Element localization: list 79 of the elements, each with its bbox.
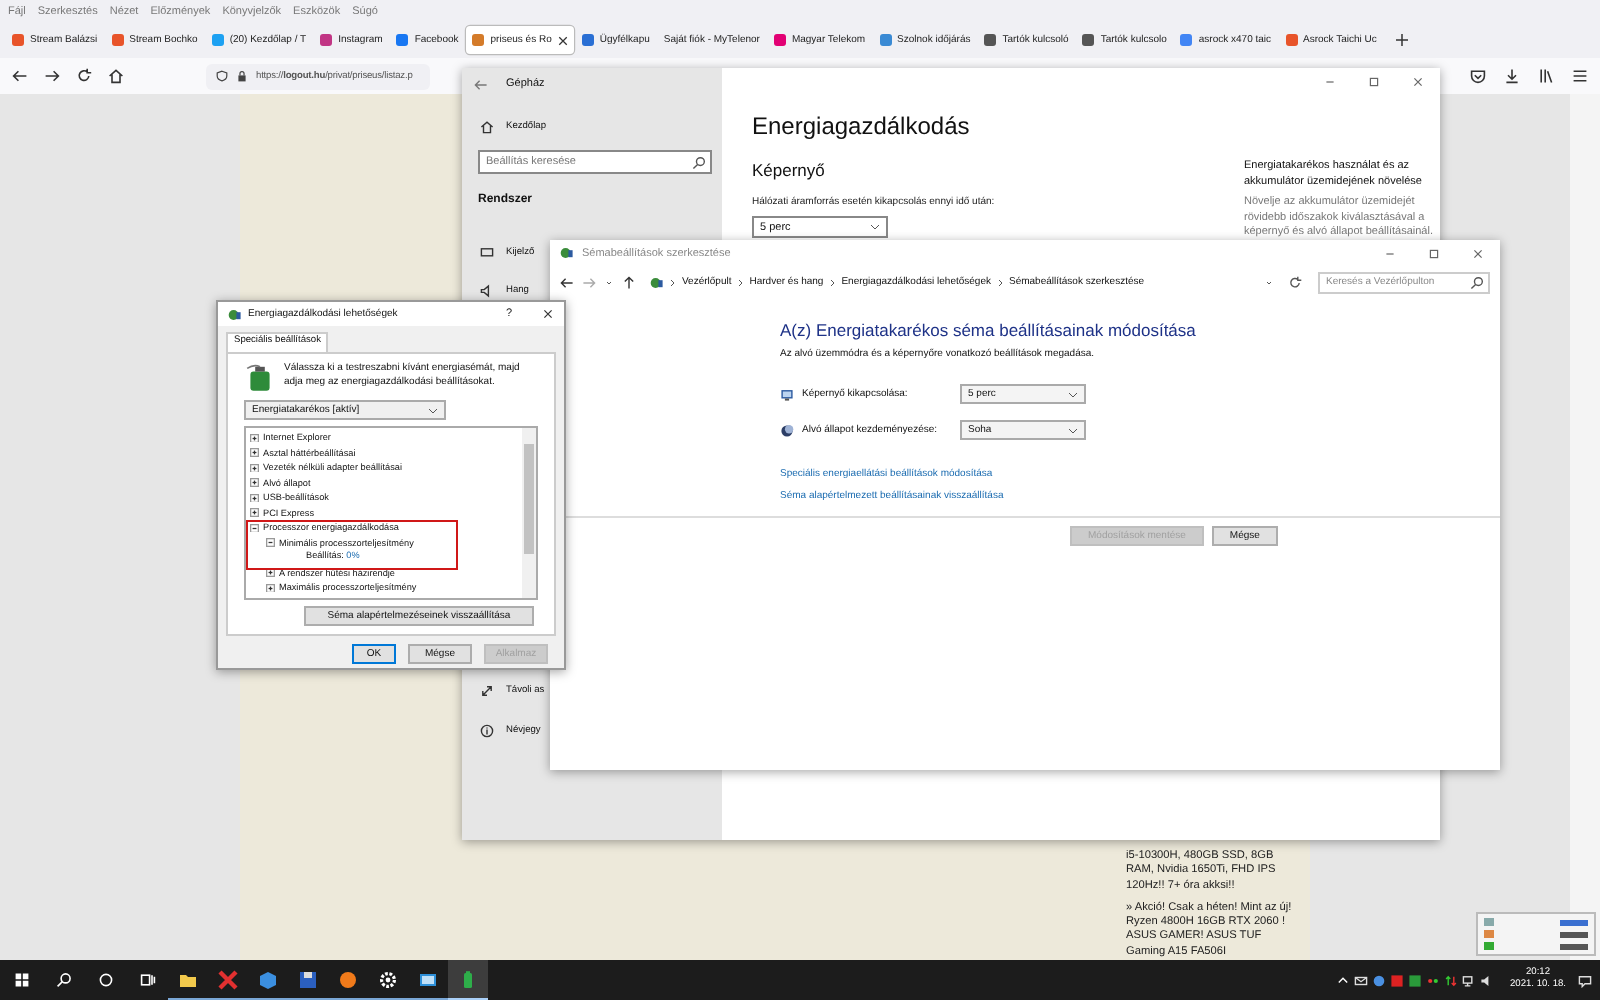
globe-icon[interactable]: [1371, 973, 1386, 987]
lock-icon: [236, 70, 248, 82]
library-icon[interactable]: [1538, 68, 1554, 84]
menu-icon[interactable]: [1572, 68, 1588, 84]
page-heading: A(z) Energiatakarékos séma beállításainak módosítása: [780, 320, 1198, 340]
close-icon[interactable]: [1412, 76, 1424, 88]
expand-toggle-icon[interactable]: [250, 478, 259, 487]
chevron-icon[interactable]: [1335, 973, 1350, 987]
site-icon: [111, 34, 124, 46]
expand-toggle-icon[interactable]: [250, 493, 259, 502]
maximize-icon[interactable]: [1368, 76, 1380, 88]
expand-toggle-icon[interactable]: [266, 583, 275, 592]
download-icon[interactable]: [1504, 68, 1520, 84]
power-plan-icon: [650, 275, 664, 289]
new-tab-icon[interactable]: [1396, 34, 1409, 46]
home-icon: [480, 119, 494, 133]
network-icon[interactable]: [1461, 973, 1476, 987]
power-plan-icon: [228, 307, 242, 321]
caret-icon: [870, 224, 880, 230]
site-icon: [211, 34, 224, 46]
start-icon[interactable]: [14, 972, 30, 988]
notification-icon[interactable]: [1578, 973, 1592, 987]
app-icon[interactable]: [1389, 973, 1404, 987]
site-icon: [581, 34, 594, 46]
expand-toggle-icon[interactable]: [266, 538, 275, 547]
caret-icon: [1068, 391, 1078, 397]
site-icon: [1285, 34, 1298, 46]
site-icon: [472, 34, 485, 46]
mail-icon[interactable]: [1353, 973, 1368, 987]
expand-toggle-icon[interactable]: [250, 433, 259, 442]
page-heading: Energiagazdálkodás: [752, 112, 972, 140]
scrollbar[interactable]: [1570, 94, 1600, 960]
monitor-icon: [480, 245, 494, 259]
battery-plug-icon: [244, 362, 276, 394]
system-monitor-widget: [1476, 912, 1596, 956]
speaker-icon: [480, 283, 494, 297]
power-plan-icon: [560, 246, 574, 260]
close-icon[interactable]: [557, 35, 568, 45]
search-icon[interactable]: [56, 972, 72, 988]
scrollbar[interactable]: [522, 428, 536, 598]
site-icon: [1180, 34, 1193, 46]
site-icon: [984, 34, 997, 46]
task-view-icon[interactable]: [140, 972, 156, 988]
site-icon: [773, 34, 786, 46]
shield-icon: [216, 70, 228, 82]
pocket-icon[interactable]: [1470, 68, 1486, 84]
close-icon[interactable]: [1472, 247, 1484, 259]
caret-icon: [428, 407, 438, 413]
site-icon: [12, 34, 24, 46]
site-icon: [396, 34, 409, 46]
circle-icon[interactable]: [98, 972, 114, 988]
remote-icon: [480, 683, 494, 697]
expand-toggle-icon[interactable]: [266, 568, 275, 577]
expand-toggle-icon[interactable]: [250, 448, 259, 457]
calendar-icon[interactable]: [1407, 973, 1422, 987]
back-icon[interactable]: [12, 68, 28, 84]
home-icon[interactable]: [108, 68, 124, 84]
back-icon[interactable]: [560, 275, 574, 289]
arrows-icon[interactable]: [1443, 973, 1458, 987]
close-icon[interactable]: [542, 308, 554, 320]
reload-icon[interactable]: [76, 68, 92, 84]
up-icon[interactable]: [622, 275, 636, 289]
refresh-icon[interactable]: [1288, 275, 1302, 289]
site-icon: [879, 34, 892, 46]
expand-toggle-icon[interactable]: [250, 523, 259, 532]
speaker-icon[interactable]: [1479, 973, 1494, 987]
site-icon: [320, 34, 333, 46]
battery-icon[interactable]: [448, 960, 488, 1000]
dots-icon[interactable]: [1425, 973, 1440, 987]
expand-toggle-icon[interactable]: [250, 463, 259, 472]
section-heading: Képernyő: [752, 160, 827, 180]
expand-toggle-icon[interactable]: [250, 508, 259, 517]
caret-icon: [1068, 427, 1078, 433]
site-icon: [1082, 34, 1095, 46]
forward-icon[interactable]: [44, 68, 60, 84]
moon-icon: [780, 423, 794, 437]
info-icon: [480, 723, 494, 737]
monitor-icon: [780, 387, 794, 401]
maximize-icon[interactable]: [1428, 247, 1440, 259]
